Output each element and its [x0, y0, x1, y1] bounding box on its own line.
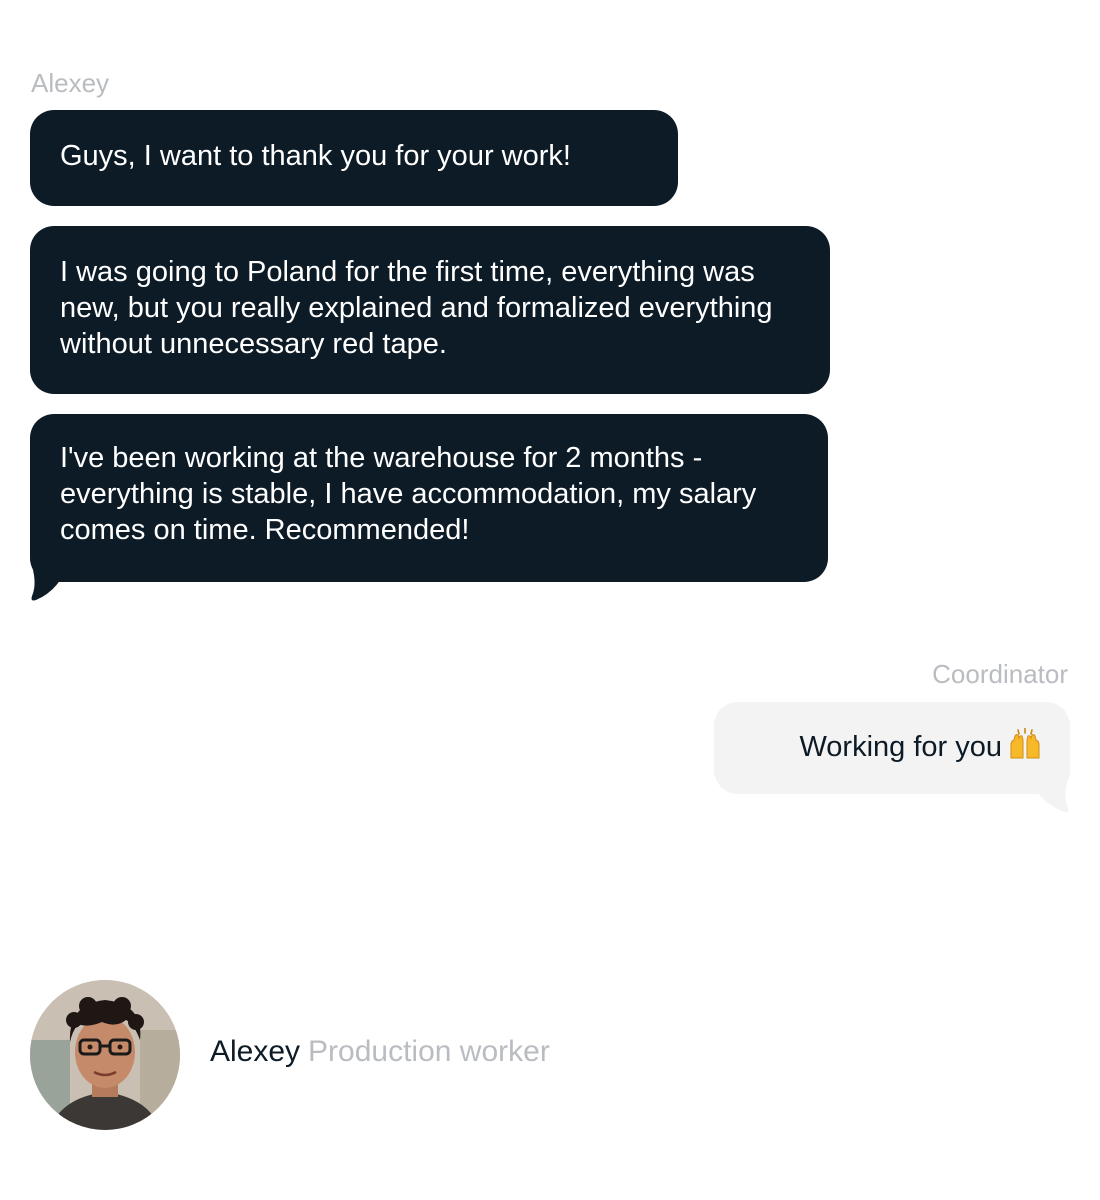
avatar — [30, 980, 180, 1130]
sender-name-alexey: Alexey — [31, 68, 110, 98]
profile-role: Production worker — [308, 1035, 550, 1068]
profile-caption: Alexey Production worker — [210, 1033, 550, 1071]
sender-name-coordinator: Coordinator — [932, 659, 1068, 689]
message-text: Working for you — [799, 731, 1002, 763]
bubble-tail-right — [1028, 774, 1070, 813]
bubble-tail-left — [30, 560, 70, 601]
avatar-photo — [30, 980, 180, 1130]
message-bubble-reply: Working for you — [714, 702, 1070, 794]
message-bubble: I was going to Poland for the first time… — [30, 226, 830, 394]
message-bubble: I've been working at the warehouse for 2… — [30, 414, 828, 582]
message-text: Guys, I want to thank you for your work! — [60, 140, 571, 172]
message-text: I was going to Poland for the first time… — [60, 256, 773, 360]
message-text: I've been working at the warehouse for 2… — [60, 442, 757, 546]
message-bubble: Guys, I want to thank you for your work! — [30, 110, 678, 206]
raising-hands-icon — [1010, 728, 1040, 759]
profile-name: Alexey — [210, 1035, 301, 1068]
